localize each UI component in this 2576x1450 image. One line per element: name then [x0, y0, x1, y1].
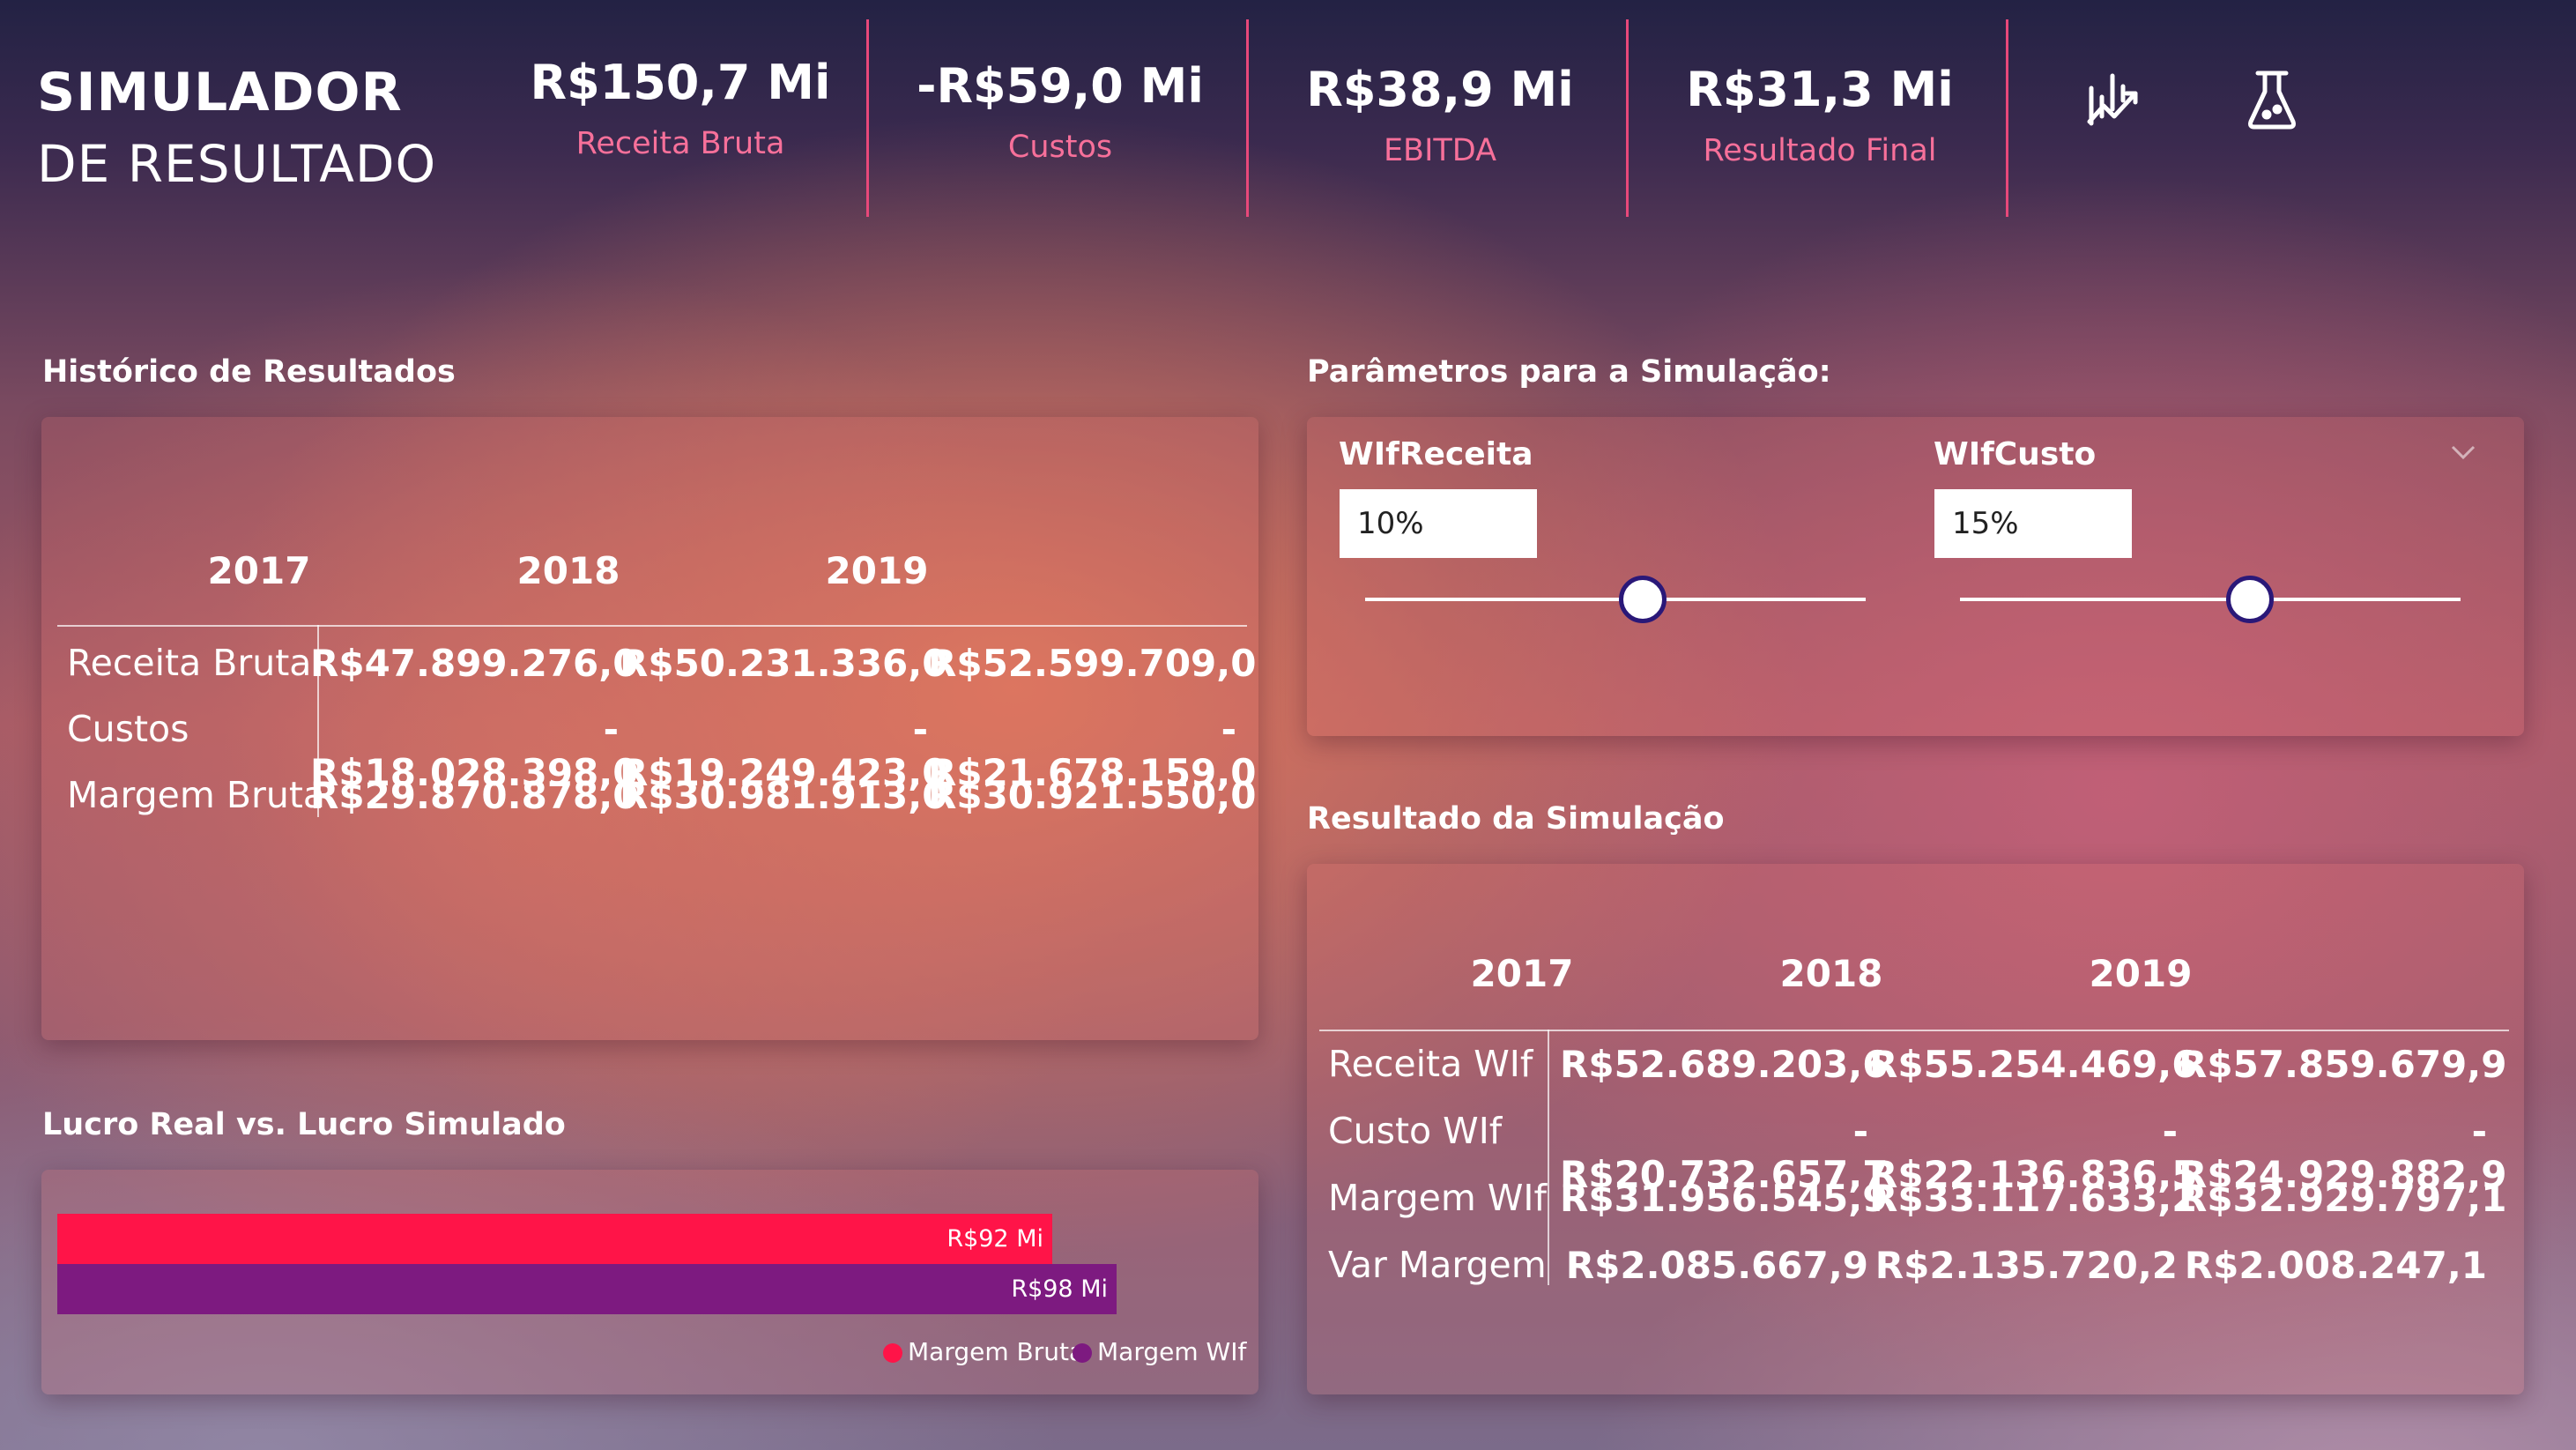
legend-label: Margem Bruta	[908, 1337, 1085, 1366]
app-subtitle: DE RESULTADO	[37, 134, 437, 194]
table-cell: R$32.929.797,1	[2179, 1177, 2507, 1220]
chevron-down-icon[interactable]	[2450, 443, 2476, 465]
custo-slider-thumb[interactable]	[2226, 576, 2274, 623]
table-cell: R$50.231.336,0	[620, 642, 948, 685]
table-header-line	[1319, 1030, 2509, 1031]
table-cell: R$52.599.709,0	[928, 642, 1257, 685]
resultado-col-2018: 2018	[1779, 952, 1883, 995]
table-cell: R$52.689.203,6	[1560, 1043, 1889, 1086]
kpi-label: Custos	[1007, 130, 1113, 165]
table-cell: R$33.117.633,2	[1869, 1177, 2198, 1220]
kpi-divider	[1246, 19, 1249, 217]
row-label: Custo WIf	[1328, 1110, 1503, 1152]
resultado-col-2019: 2019	[2089, 952, 2193, 995]
table-cell: R$2.085.667,9	[1565, 1244, 1868, 1287]
slider-label-custo: WIfCusto	[1934, 436, 2097, 472]
bar-data-label: R$98 Mi	[1011, 1275, 1108, 1303]
slider-label-receita: WIfReceita	[1339, 436, 1533, 472]
row-label: Custos	[67, 708, 189, 750]
custo-value-input[interactable]: 15%	[1934, 489, 2132, 558]
kpi-custos: -R$59,0 Mi Custos	[871, 35, 1250, 165]
kpi-value: R$150,7 Mi	[530, 55, 831, 110]
kpi-resultado-final: R$31,3 Mi Resultado Final	[1630, 35, 2009, 168]
table-cell: R$2.008.247,1	[2184, 1244, 2487, 1287]
receita-value-input[interactable]: 10%	[1340, 489, 1537, 558]
row-label: Var Margem	[1328, 1244, 1547, 1286]
flask-icon[interactable]	[2246, 69, 2298, 134]
historico-col-2019: 2019	[825, 549, 929, 592]
chart-analytics-icon[interactable]	[2084, 71, 2141, 130]
kpi-value: R$38,9 Mi	[1306, 62, 1574, 117]
row-label: Receita Bruta	[67, 642, 312, 684]
kpi-divider	[866, 19, 869, 217]
app-title: SIMULADOR	[37, 62, 403, 123]
resultado-col-2017: 2017	[1470, 952, 1574, 995]
kpi-value: R$31,3 Mi	[1686, 62, 1954, 117]
legend-label: Margem WIf	[1097, 1337, 1247, 1366]
historico-col-2017: 2017	[207, 549, 311, 592]
legend-item-margem-bruta[interactable]: Margem Bruta	[883, 1337, 1084, 1366]
legend-item-margem-wif[interactable]: Margem WIf	[1073, 1337, 1246, 1366]
receita-slider-track[interactable]	[1365, 598, 1866, 601]
table-cell: R$47.899.276,0	[310, 642, 639, 685]
row-label: Receita WIf	[1328, 1043, 1533, 1085]
legend-dot	[883, 1343, 902, 1363]
row-label: Margem Bruta	[67, 774, 326, 816]
legend-dot	[1073, 1343, 1092, 1363]
table-row-header-line	[1548, 1030, 1549, 1285]
lucro-chart-panel: R$92 Mi R$98 Mi Margem Bruta Margem WIf	[41, 1170, 1258, 1394]
table-cell: R$55.254.469,6	[1869, 1043, 2198, 1086]
kpi-receita-bruta: R$150,7 Mi Receita Bruta	[491, 35, 870, 161]
kpi-label: Resultado Final	[1703, 133, 1937, 168]
lucro-title: Lucro Real vs. Lucro Simulado	[42, 1107, 566, 1142]
parametros-title: Parâmetros para a Simulação:	[1307, 354, 1831, 390]
table-header-line	[57, 625, 1247, 627]
kpi-value: -R$59,0 Mi	[917, 58, 1204, 114]
table-cell: R$29.870.878,0	[310, 774, 639, 817]
kpi-divider	[1626, 19, 1629, 217]
historico-title: Histórico de Resultados	[42, 354, 456, 390]
bar-data-label: R$92 Mi	[947, 1225, 1043, 1253]
table-cell: R$31.956.545,9	[1560, 1177, 1889, 1220]
resultado-title: Resultado da Simulação	[1307, 801, 1725, 837]
table-cell: R$57.859.679,9	[2179, 1043, 2507, 1086]
parametros-panel: WIfReceita 10% WIfCusto 15%	[1307, 417, 2524, 736]
resultado-panel: 2017 2018 2019 Receita WIf R$52.689.203,…	[1307, 864, 2524, 1394]
kpi-divider	[2006, 19, 2008, 217]
table-cell: R$2.135.720,2	[1874, 1244, 2178, 1287]
custo-slider-track[interactable]	[1960, 598, 2461, 601]
historico-panel: 2017 2018 2019 Receita Bruta R$47.899.27…	[41, 417, 1258, 1040]
receita-slider-thumb[interactable]	[1619, 576, 1667, 623]
table-cell: R$30.981.913,0	[620, 774, 948, 817]
kpi-ebitda: R$38,9 Mi EBITDA	[1251, 35, 1629, 168]
row-label: Margem WIf	[1328, 1177, 1547, 1219]
kpi-label: EBITDA	[1383, 133, 1497, 168]
historico-col-2018: 2018	[516, 549, 620, 592]
kpi-label: Receita Bruta	[575, 126, 785, 161]
table-cell: R$30.921.550,0	[928, 774, 1257, 817]
